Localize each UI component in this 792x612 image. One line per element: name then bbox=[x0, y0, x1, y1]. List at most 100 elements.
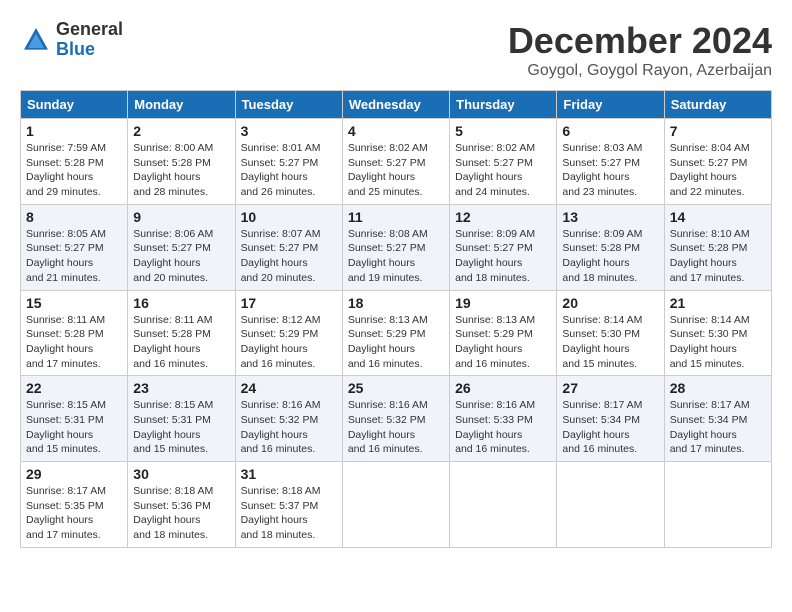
cell-info: Sunrise: 8:02 AMSunset: 5:27 PMDaylight … bbox=[348, 142, 428, 198]
calendar-cell: 11 Sunrise: 8:08 AMSunset: 5:27 PMDaylig… bbox=[342, 204, 449, 290]
calendar-cell: 1 Sunrise: 7:59 AMSunset: 5:28 PMDayligh… bbox=[21, 119, 128, 205]
calendar-cell: 19 Sunrise: 8:13 AMSunset: 5:29 PMDaylig… bbox=[450, 290, 557, 376]
cell-day-number: 21 bbox=[670, 295, 766, 311]
cell-day-number: 20 bbox=[562, 295, 658, 311]
cell-day-number: 26 bbox=[455, 380, 551, 396]
calendar-cell: 13 Sunrise: 8:09 AMSunset: 5:28 PMDaylig… bbox=[557, 204, 664, 290]
calendar-week-2: 8 Sunrise: 8:05 AMSunset: 5:27 PMDayligh… bbox=[21, 204, 772, 290]
title-area: December 2024 Goygol, Goygol Rayon, Azer… bbox=[508, 20, 772, 80]
cell-info: Sunrise: 8:13 AMSunset: 5:29 PMDaylight … bbox=[348, 314, 428, 370]
cell-day-number: 25 bbox=[348, 380, 444, 396]
calendar-table: SundayMondayTuesdayWednesdayThursdayFrid… bbox=[20, 90, 772, 548]
calendar-cell: 16 Sunrise: 8:11 AMSunset: 5:28 PMDaylig… bbox=[128, 290, 235, 376]
weekday-header-thursday: Thursday bbox=[450, 91, 557, 119]
cell-info: Sunrise: 8:06 AMSunset: 5:27 PMDaylight … bbox=[133, 228, 213, 284]
weekday-header-row: SundayMondayTuesdayWednesdayThursdayFrid… bbox=[21, 91, 772, 119]
cell-info: Sunrise: 8:17 AMSunset: 5:34 PMDaylight … bbox=[562, 399, 642, 455]
calendar-cell: 24 Sunrise: 8:16 AMSunset: 5:32 PMDaylig… bbox=[235, 376, 342, 462]
cell-day-number: 12 bbox=[455, 209, 551, 225]
cell-info: Sunrise: 8:00 AMSunset: 5:28 PMDaylight … bbox=[133, 142, 213, 198]
cell-day-number: 17 bbox=[241, 295, 337, 311]
cell-day-number: 24 bbox=[241, 380, 337, 396]
logo-icon bbox=[20, 24, 52, 56]
location-title: Goygol, Goygol Rayon, Azerbaijan bbox=[508, 62, 772, 80]
calendar-cell: 2 Sunrise: 8:00 AMSunset: 5:28 PMDayligh… bbox=[128, 119, 235, 205]
calendar-cell: 9 Sunrise: 8:06 AMSunset: 5:27 PMDayligh… bbox=[128, 204, 235, 290]
cell-info: Sunrise: 8:15 AMSunset: 5:31 PMDaylight … bbox=[133, 399, 213, 455]
calendar-cell bbox=[342, 462, 449, 548]
month-title: December 2024 bbox=[508, 20, 772, 62]
calendar-cell bbox=[450, 462, 557, 548]
cell-day-number: 5 bbox=[455, 123, 551, 139]
weekday-header-tuesday: Tuesday bbox=[235, 91, 342, 119]
page-header: General Blue December 2024 Goygol, Goygo… bbox=[20, 20, 772, 80]
cell-info: Sunrise: 8:11 AMSunset: 5:28 PMDaylight … bbox=[133, 314, 212, 370]
cell-info: Sunrise: 8:09 AMSunset: 5:27 PMDaylight … bbox=[455, 228, 535, 284]
cell-day-number: 19 bbox=[455, 295, 551, 311]
cell-info: Sunrise: 8:05 AMSunset: 5:27 PMDaylight … bbox=[26, 228, 106, 284]
calendar-cell: 29 Sunrise: 8:17 AMSunset: 5:35 PMDaylig… bbox=[21, 462, 128, 548]
cell-info: Sunrise: 8:04 AMSunset: 5:27 PMDaylight … bbox=[670, 142, 750, 198]
cell-day-number: 1 bbox=[26, 123, 122, 139]
weekday-header-sunday: Sunday bbox=[21, 91, 128, 119]
calendar-cell: 17 Sunrise: 8:12 AMSunset: 5:29 PMDaylig… bbox=[235, 290, 342, 376]
cell-info: Sunrise: 8:03 AMSunset: 5:27 PMDaylight … bbox=[562, 142, 642, 198]
cell-day-number: 8 bbox=[26, 209, 122, 225]
cell-day-number: 16 bbox=[133, 295, 229, 311]
weekday-header-saturday: Saturday bbox=[664, 91, 771, 119]
calendar-cell: 15 Sunrise: 8:11 AMSunset: 5:28 PMDaylig… bbox=[21, 290, 128, 376]
calendar-cell: 12 Sunrise: 8:09 AMSunset: 5:27 PMDaylig… bbox=[450, 204, 557, 290]
calendar-cell: 25 Sunrise: 8:16 AMSunset: 5:32 PMDaylig… bbox=[342, 376, 449, 462]
calendar-cell bbox=[664, 462, 771, 548]
cell-day-number: 15 bbox=[26, 295, 122, 311]
cell-info: Sunrise: 8:16 AMSunset: 5:32 PMDaylight … bbox=[348, 399, 428, 455]
cell-day-number: 6 bbox=[562, 123, 658, 139]
calendar-week-4: 22 Sunrise: 8:15 AMSunset: 5:31 PMDaylig… bbox=[21, 376, 772, 462]
cell-day-number: 9 bbox=[133, 209, 229, 225]
calendar-cell: 10 Sunrise: 8:07 AMSunset: 5:27 PMDaylig… bbox=[235, 204, 342, 290]
cell-day-number: 29 bbox=[26, 466, 122, 482]
cell-info: Sunrise: 8:15 AMSunset: 5:31 PMDaylight … bbox=[26, 399, 106, 455]
cell-day-number: 4 bbox=[348, 123, 444, 139]
calendar-week-3: 15 Sunrise: 8:11 AMSunset: 5:28 PMDaylig… bbox=[21, 290, 772, 376]
cell-info: Sunrise: 8:11 AMSunset: 5:28 PMDaylight … bbox=[26, 314, 105, 370]
weekday-header-friday: Friday bbox=[557, 91, 664, 119]
cell-info: Sunrise: 8:14 AMSunset: 5:30 PMDaylight … bbox=[670, 314, 750, 370]
logo-general: General bbox=[56, 20, 123, 40]
calendar-cell: 21 Sunrise: 8:14 AMSunset: 5:30 PMDaylig… bbox=[664, 290, 771, 376]
weekday-header-monday: Monday bbox=[128, 91, 235, 119]
cell-info: Sunrise: 8:18 AMSunset: 5:37 PMDaylight … bbox=[241, 485, 321, 541]
cell-day-number: 3 bbox=[241, 123, 337, 139]
weekday-header-wednesday: Wednesday bbox=[342, 91, 449, 119]
calendar-cell: 23 Sunrise: 8:15 AMSunset: 5:31 PMDaylig… bbox=[128, 376, 235, 462]
cell-info: Sunrise: 8:01 AMSunset: 5:27 PMDaylight … bbox=[241, 142, 321, 198]
cell-day-number: 13 bbox=[562, 209, 658, 225]
calendar-cell: 3 Sunrise: 8:01 AMSunset: 5:27 PMDayligh… bbox=[235, 119, 342, 205]
cell-day-number: 11 bbox=[348, 209, 444, 225]
cell-info: Sunrise: 8:16 AMSunset: 5:32 PMDaylight … bbox=[241, 399, 321, 455]
calendar-week-1: 1 Sunrise: 7:59 AMSunset: 5:28 PMDayligh… bbox=[21, 119, 772, 205]
cell-info: Sunrise: 8:10 AMSunset: 5:28 PMDaylight … bbox=[670, 228, 750, 284]
cell-day-number: 27 bbox=[562, 380, 658, 396]
cell-info: Sunrise: 8:13 AMSunset: 5:29 PMDaylight … bbox=[455, 314, 535, 370]
cell-info: Sunrise: 8:17 AMSunset: 5:35 PMDaylight … bbox=[26, 485, 106, 541]
calendar-cell bbox=[557, 462, 664, 548]
cell-info: Sunrise: 8:12 AMSunset: 5:29 PMDaylight … bbox=[241, 314, 321, 370]
cell-info: Sunrise: 8:02 AMSunset: 5:27 PMDaylight … bbox=[455, 142, 535, 198]
cell-info: Sunrise: 8:16 AMSunset: 5:33 PMDaylight … bbox=[455, 399, 535, 455]
cell-info: Sunrise: 8:14 AMSunset: 5:30 PMDaylight … bbox=[562, 314, 642, 370]
calendar-cell: 26 Sunrise: 8:16 AMSunset: 5:33 PMDaylig… bbox=[450, 376, 557, 462]
cell-day-number: 31 bbox=[241, 466, 337, 482]
cell-day-number: 2 bbox=[133, 123, 229, 139]
calendar-cell: 8 Sunrise: 8:05 AMSunset: 5:27 PMDayligh… bbox=[21, 204, 128, 290]
calendar-cell: 30 Sunrise: 8:18 AMSunset: 5:36 PMDaylig… bbox=[128, 462, 235, 548]
cell-info: Sunrise: 8:18 AMSunset: 5:36 PMDaylight … bbox=[133, 485, 213, 541]
logo-blue: Blue bbox=[56, 40, 123, 60]
cell-day-number: 22 bbox=[26, 380, 122, 396]
calendar-cell: 27 Sunrise: 8:17 AMSunset: 5:34 PMDaylig… bbox=[557, 376, 664, 462]
calendar-cell: 18 Sunrise: 8:13 AMSunset: 5:29 PMDaylig… bbox=[342, 290, 449, 376]
cell-info: Sunrise: 8:08 AMSunset: 5:27 PMDaylight … bbox=[348, 228, 428, 284]
cell-info: Sunrise: 8:17 AMSunset: 5:34 PMDaylight … bbox=[670, 399, 750, 455]
cell-info: Sunrise: 7:59 AMSunset: 5:28 PMDaylight … bbox=[26, 142, 106, 198]
cell-day-number: 23 bbox=[133, 380, 229, 396]
